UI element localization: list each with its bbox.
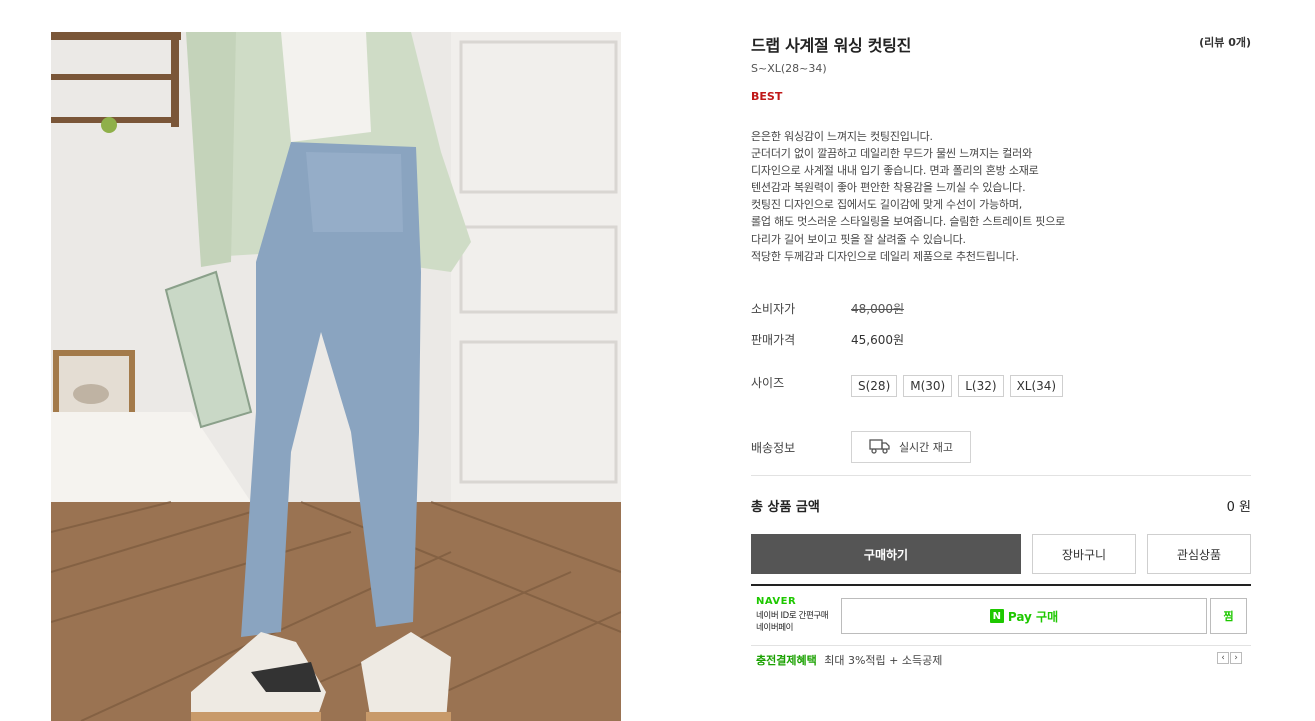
naver-pay-label: Pay 구매 [1007, 609, 1059, 624]
realtime-stock-button[interactable]: 실시간 재고 [851, 431, 971, 463]
description-line: 은은한 워싱감이 느껴지는 컷팅진입니다. [751, 130, 933, 143]
buy-now-button[interactable]: 구매하기 [751, 534, 1021, 574]
review-count-link[interactable]: (리뷰 0개) [1199, 34, 1251, 50]
size-label: 사이즈 [751, 376, 785, 390]
charge-benefit-text: 최대 3%적립 + 소득공제 [824, 654, 943, 667]
size-option-s[interactable]: S(28) [851, 375, 898, 397]
size-option-l[interactable]: L(32) [958, 375, 1004, 397]
product-title: 드랩 사계절 워싱 컷팅진 [751, 36, 912, 55]
divider [751, 645, 1251, 646]
naver-n-icon: N [989, 609, 1004, 623]
product-image [51, 32, 621, 721]
sale-price-value: 45,600원 [851, 333, 905, 347]
product-info-panel: 드랩 사계절 워싱 컷팅진 (리뷰 0개) S~XL(28~34) BEST 은… [751, 0, 1251, 721]
naver-pay-divider [751, 584, 1251, 586]
total-amount-label: 총 상품 금액 [751, 500, 820, 515]
product-detail-page: 드랩 사계절 워싱 컷팅진 (리뷰 0개) S~XL(28~34) BEST 은… [0, 0, 1315, 721]
description-line: 적당한 두께감과 디자인으로 데일리 제품으로 추천드립니다. [751, 249, 1019, 263]
retail-price-label: 소비자가 [751, 302, 796, 316]
divider [751, 475, 1251, 476]
description-line: 다리가 길어 보이고 핏을 잘 살려줄 수 있습니다. [751, 232, 966, 246]
naver-desc-line: 네이버페이 [756, 623, 794, 633]
best-badge: BEST [751, 90, 783, 103]
total-amount-value: 0 원 [1226, 500, 1251, 515]
size-option-m[interactable]: M(30) [903, 375, 953, 397]
chevron-left-icon[interactable]: ‹ [1217, 652, 1229, 664]
naver-pay-description: 네이버 ID로 간편구매 네이버페이 [756, 610, 829, 634]
description-line: 컷팅진 디자인으로 집에서도 길이감에 맞게 수선이 가능하며, [751, 198, 1023, 212]
shipping-label: 배송정보 [751, 441, 796, 455]
naver-benefit: 충전결제혜택 최대 3%적립 + 소득공제 [756, 652, 942, 668]
naver-zzim-button[interactable]: 찜 [1210, 598, 1247, 634]
product-description: 은은한 워싱감이 느껴지는 컷팅진입니다. 군더더기 없이 깔끔하고 데일리한 … [751, 128, 1131, 265]
chevron-right-icon[interactable]: › [1230, 652, 1242, 664]
product-photo-illustration [51, 32, 621, 721]
description-line: 텐션감과 복원력이 좋아 편안한 착용감을 느끼실 수 있습니다. [751, 181, 1026, 195]
retail-price-value: 48,000원 [851, 302, 905, 316]
naver-pay-buy-button[interactable]: N Pay 구매 [841, 598, 1207, 634]
naver-desc-line: 네이버 ID로 간편구매 [756, 611, 829, 621]
size-option-xl[interactable]: XL(34) [1009, 375, 1064, 397]
wishlist-button[interactable]: 관심상품 [1147, 534, 1251, 574]
realtime-stock-label: 실시간 재고 [898, 441, 954, 454]
truck-icon [869, 438, 891, 457]
benefit-pager: ‹ › [1217, 652, 1242, 664]
charge-benefit-link[interactable]: 충전결제혜택 [756, 654, 817, 667]
description-line: 롤업 해도 멋스러운 스타일링을 보여줍니다. 슬림한 스트레이트 핏으로 [751, 215, 1066, 229]
description-line: 군더더기 없이 깔끔하고 데일리한 무드가 물씬 느껴지는 컬러와 [751, 147, 1032, 161]
description-line: 디자인으로 사계절 내내 입기 좋습니다. 면과 폴리의 혼방 소재로 [751, 164, 1039, 178]
add-to-cart-button[interactable]: 장바구니 [1032, 534, 1136, 574]
naver-logo: NAVER [756, 596, 797, 607]
size-range-text: S~XL(28~34) [751, 62, 827, 75]
size-options: S(28) M(30) L(32) XL(34) [851, 375, 1064, 397]
sale-price-label: 판매가격 [751, 333, 796, 347]
